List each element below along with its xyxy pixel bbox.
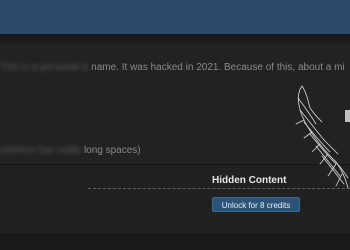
unlock-button[interactable]: Unlock for 8 credits [212,197,300,212]
page: This is a personal is name. It was hacke… [0,0,350,250]
footer-bar [0,233,350,250]
hidden-content-title: Hidden Content [212,175,287,186]
post-text-line-2: whether has really long spaces) [0,145,141,156]
post-text-line-1: This is a personal is name. It was hacke… [0,62,345,73]
header-bar [0,0,350,34]
post-text: name. It was hacked in 2021. Because of … [91,62,345,73]
wings-decoration [295,85,349,189]
blurred-text: whether has really [0,145,82,156]
header-shadow [0,34,350,44]
side-tab[interactable] [345,110,350,122]
post-text: long spaces) [83,145,141,156]
blurred-text: This is a personal is [0,62,89,73]
